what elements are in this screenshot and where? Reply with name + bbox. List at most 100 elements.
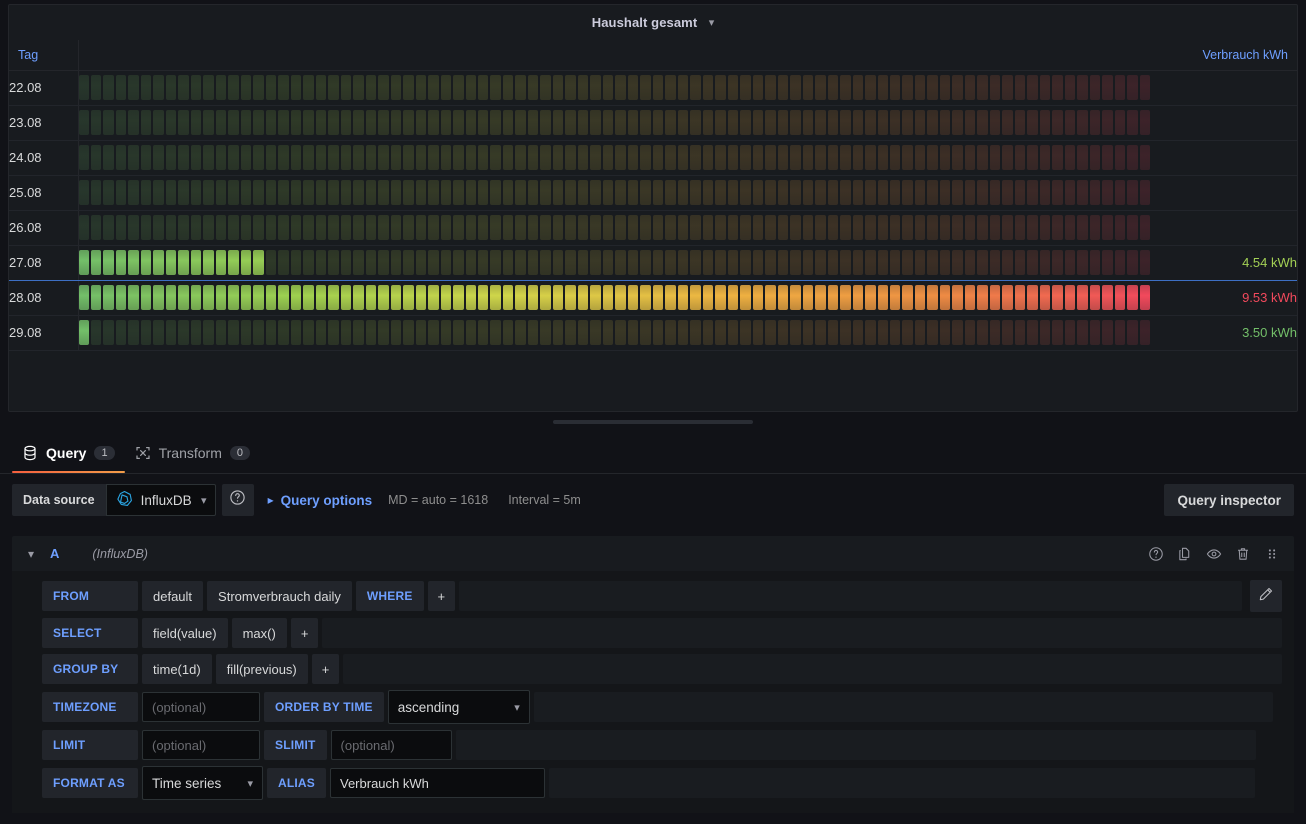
query-options-toggle[interactable]: ▸ Query options bbox=[268, 493, 373, 508]
gauge-cell bbox=[378, 110, 389, 135]
gauge-cell bbox=[103, 250, 114, 275]
query-ref-id[interactable]: A bbox=[50, 546, 59, 561]
eye-icon[interactable] bbox=[1206, 546, 1222, 562]
drag-grip-icon[interactable] bbox=[553, 420, 753, 424]
gauge-cell bbox=[278, 250, 289, 275]
gauge-cell bbox=[153, 215, 164, 240]
gauge-cell bbox=[403, 75, 414, 100]
help-icon[interactable] bbox=[1148, 546, 1164, 562]
retro-lcd-bar-gauge bbox=[78, 110, 1150, 135]
panel-header[interactable]: Haushalt gesamt ▾ bbox=[9, 5, 1297, 40]
gauge-cell bbox=[790, 215, 801, 240]
chevron-down-icon: ▾ bbox=[247, 777, 253, 790]
gauge-cell bbox=[190, 145, 202, 170]
table-row[interactable]: 25.08 bbox=[9, 175, 1297, 211]
group-by-time[interactable]: time(1d) bbox=[142, 654, 212, 684]
drag-handle-icon[interactable] bbox=[1264, 546, 1280, 562]
tab-query-label: Query bbox=[46, 444, 87, 461]
gauge-cell bbox=[1139, 285, 1150, 310]
gauge-cell bbox=[627, 75, 639, 100]
gauge-cell bbox=[640, 145, 651, 170]
gauge-cell bbox=[615, 110, 626, 135]
gauge-cell bbox=[1064, 250, 1076, 275]
gauge-cell bbox=[502, 285, 514, 310]
where-add-button[interactable]: + bbox=[427, 581, 456, 611]
gauge-cell bbox=[215, 110, 227, 135]
gauge-cell bbox=[665, 145, 676, 170]
format-as-select[interactable]: Time series ▾ bbox=[142, 766, 263, 800]
limit-input[interactable]: (optional) bbox=[142, 730, 260, 760]
gauge-cell bbox=[939, 180, 951, 205]
table-row[interactable]: 24.08 bbox=[9, 140, 1297, 176]
table-row[interactable]: 29.08 3.50 kWh bbox=[9, 315, 1297, 351]
chevron-down-icon[interactable]: ▾ bbox=[709, 16, 715, 29]
from-measurement[interactable]: Stromverbrauch daily bbox=[207, 581, 352, 611]
group-by-fill[interactable]: fill(previous) bbox=[215, 654, 308, 684]
gauge-cell bbox=[140, 75, 152, 100]
gauge-cell bbox=[777, 75, 789, 100]
table-row[interactable]: 22.08 bbox=[9, 70, 1297, 106]
gauge-cell bbox=[253, 250, 264, 275]
gauge-cell bbox=[1002, 320, 1013, 345]
slimit-input[interactable]: (optional) bbox=[330, 730, 452, 760]
tab-query[interactable]: Query 1 bbox=[12, 432, 125, 473]
gauge-cell bbox=[253, 215, 264, 240]
datasource-help-button[interactable] bbox=[221, 484, 254, 516]
trash-icon[interactable] bbox=[1235, 546, 1251, 562]
gauge-cell bbox=[952, 145, 963, 170]
gauge-cell bbox=[1039, 110, 1051, 135]
gauge-cell bbox=[552, 180, 564, 205]
gauge-cell bbox=[665, 320, 676, 345]
toggle-text-edit-mode-button[interactable] bbox=[1250, 580, 1282, 612]
panel-title-group[interactable]: Haushalt gesamt ▾ bbox=[592, 14, 715, 32]
gauge-cell bbox=[615, 75, 626, 100]
editor-row-group-by: GROUP BY time(1d) fill(previous) + bbox=[12, 651, 1294, 687]
tab-transform[interactable]: Transform 0 bbox=[125, 432, 260, 473]
table-row[interactable]: 28.08 9.53 kWh bbox=[9, 280, 1297, 316]
gauge-cell bbox=[153, 285, 164, 310]
table-row[interactable]: 26.08 bbox=[9, 210, 1297, 246]
query-options-label: Query options bbox=[280, 492, 373, 508]
gauge-cell bbox=[115, 320, 127, 345]
datasource-picker[interactable]: InfluxDB ▾ bbox=[105, 484, 216, 516]
from-policy[interactable]: default bbox=[142, 581, 204, 611]
gauge-cell bbox=[190, 110, 202, 135]
gauge-cell bbox=[265, 75, 277, 100]
column-header-bar[interactable] bbox=[77, 40, 1150, 71]
gauge-cell bbox=[889, 110, 901, 135]
gauge-cell bbox=[140, 180, 152, 205]
gauge-cell bbox=[665, 250, 676, 275]
gauge-cell bbox=[840, 75, 851, 100]
column-header-value[interactable]: Verbrauch kWh bbox=[1150, 40, 1297, 71]
chevron-down-icon[interactable]: ▾ bbox=[20, 547, 42, 561]
gauge-cell bbox=[602, 75, 614, 100]
duplicate-icon[interactable] bbox=[1177, 546, 1193, 562]
timezone-input[interactable]: (optional) bbox=[142, 692, 260, 722]
gauge-cell bbox=[565, 110, 576, 135]
database-icon bbox=[22, 445, 38, 461]
pane-splitter[interactable] bbox=[0, 412, 1306, 432]
query-inspector-button[interactable]: Query inspector bbox=[1164, 484, 1294, 516]
order-by-time-select[interactable]: ascending ▾ bbox=[387, 690, 530, 724]
gauge-cell bbox=[1064, 320, 1076, 345]
group-by-add-button[interactable]: + bbox=[311, 654, 340, 684]
table-row[interactable]: 27.08 4.54 kWh bbox=[9, 244, 1297, 281]
gauge-cell bbox=[840, 215, 851, 240]
gauge-cell bbox=[827, 215, 839, 240]
select-aggregation[interactable]: max() bbox=[231, 618, 287, 648]
gauge-cell bbox=[240, 215, 252, 240]
select-add-button[interactable]: + bbox=[290, 618, 319, 648]
gauge-cell bbox=[203, 320, 214, 345]
select-field[interactable]: field(value) bbox=[142, 618, 228, 648]
gauge-cell bbox=[702, 250, 714, 275]
column-header-tag[interactable]: Tag bbox=[9, 40, 78, 71]
gauge-cell bbox=[478, 250, 489, 275]
gauge-cell bbox=[790, 285, 801, 310]
alias-input[interactable]: Verbrauch kWh bbox=[330, 768, 545, 798]
retro-lcd-bar-gauge bbox=[78, 250, 1150, 275]
panel-body: Tag Verbrauch kWh 22.08 23.08 24.08 25.08 26… bbox=[9, 40, 1297, 411]
gauge-cell bbox=[665, 215, 676, 240]
table-row[interactable]: 23.08 bbox=[9, 105, 1297, 141]
gauge-cell bbox=[577, 285, 589, 310]
gauge-cell bbox=[215, 145, 227, 170]
